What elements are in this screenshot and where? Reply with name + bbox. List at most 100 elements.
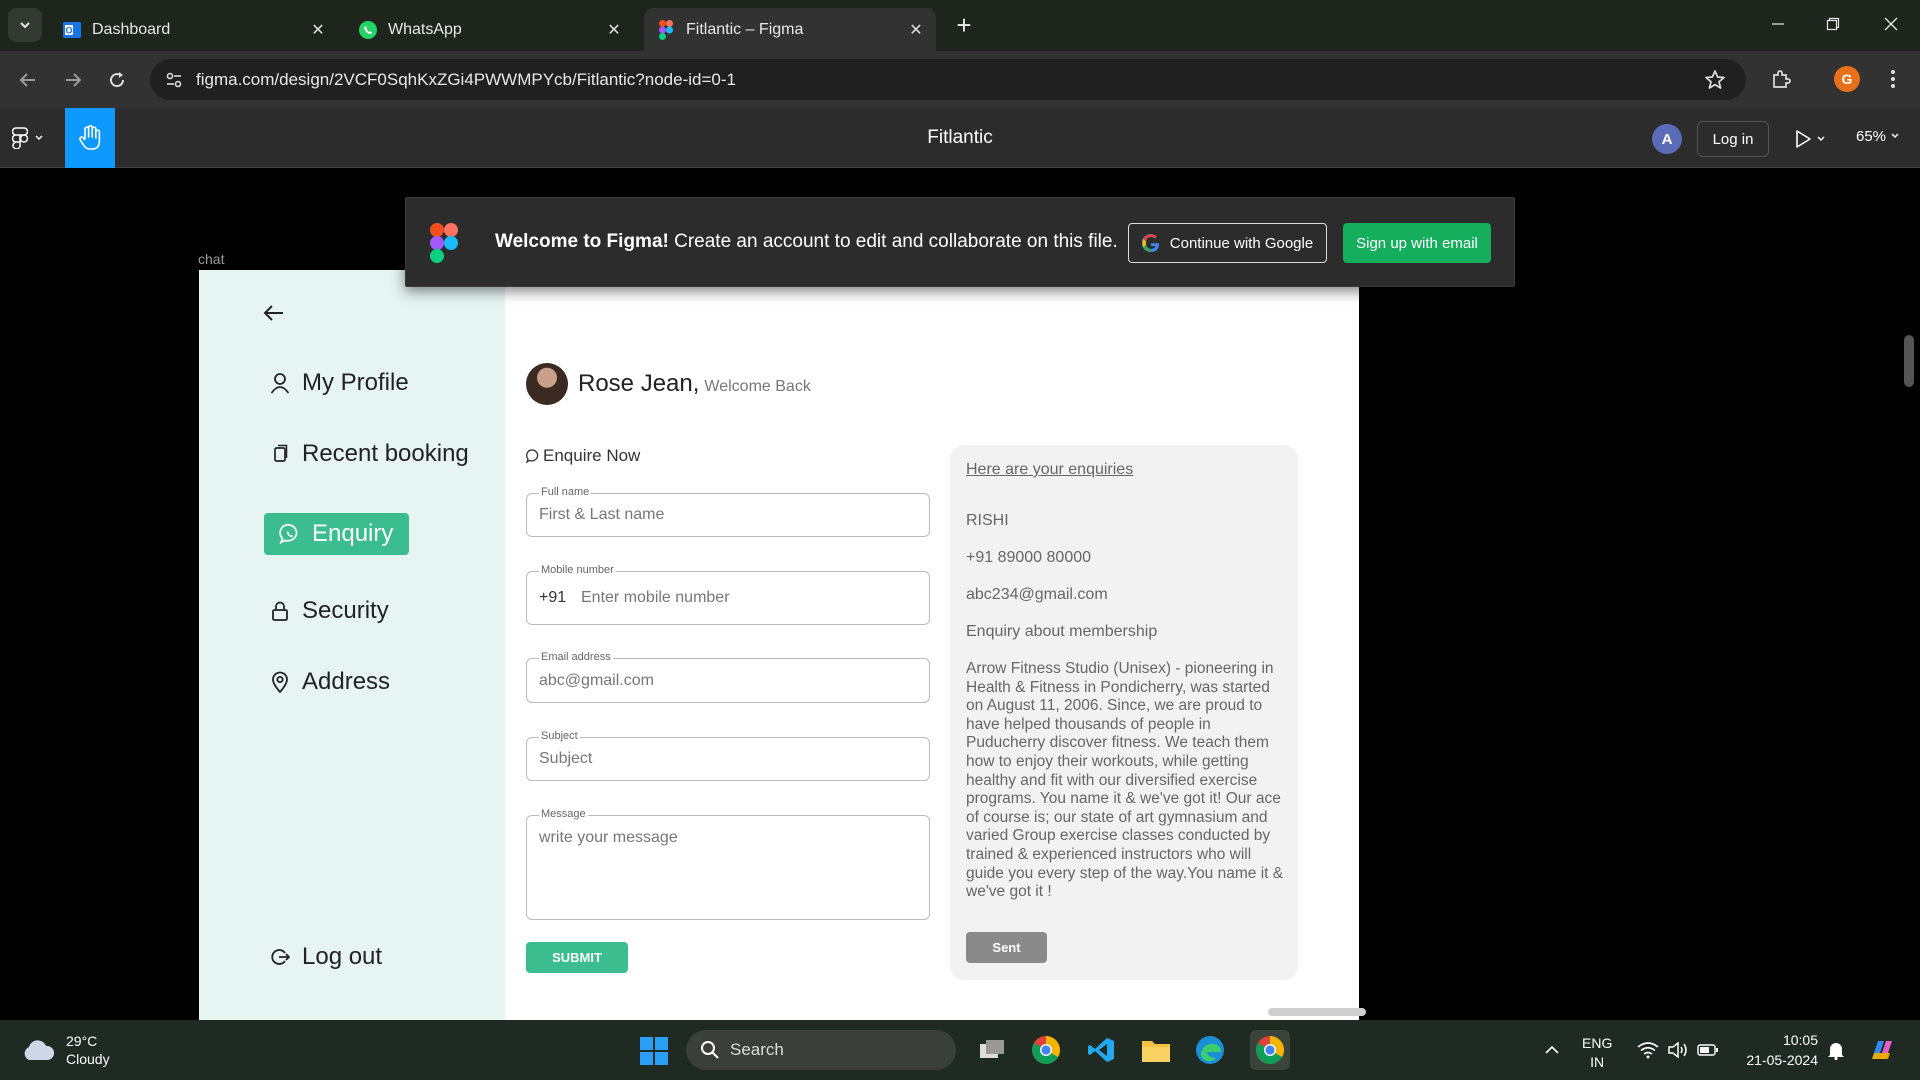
chat-icon (278, 522, 302, 546)
weather-temp: 29°C (66, 1033, 98, 1049)
close-icon[interactable]: ✕ (306, 18, 330, 42)
present-button[interactable] (1794, 126, 1834, 152)
lock-icon (268, 599, 292, 623)
bookmark-star-icon[interactable] (1702, 67, 1728, 93)
chevron-down-icon (1891, 133, 1899, 139)
login-button[interactable]: Log in (1697, 121, 1769, 157)
clock-date: 21-05-2024 (1746, 1052, 1818, 1068)
user-avatar[interactable]: A (1652, 124, 1682, 154)
subject-field[interactable]: Subject Subject (526, 730, 930, 781)
horizontal-scrollbar[interactable] (1268, 1008, 1366, 1016)
weather-desc: Cloudy (66, 1051, 110, 1067)
profile-avatar[interactable]: G (1834, 66, 1860, 92)
minimize-icon[interactable] (1758, 8, 1798, 40)
window-close-icon[interactable] (1871, 8, 1911, 40)
field-label: Message (539, 808, 588, 820)
chevron-down-icon (1817, 136, 1825, 142)
wifi-icon[interactable] (1632, 1034, 1664, 1066)
sidebar-item-label: Security (302, 597, 389, 624)
sidebar-item-label: Recent booking (302, 440, 469, 467)
clock-time: 10:05 (1782, 1032, 1818, 1048)
sidebar-item-label: Enquiry (312, 520, 394, 547)
frame-label[interactable]: chat (198, 251, 224, 267)
field-placeholder: write your message (539, 829, 678, 846)
chrome-active-icon[interactable] (1250, 1030, 1290, 1070)
design-frame: My Profile Recent booking Enquiry Securi… (199, 270, 1359, 1020)
vertical-scrollbar[interactable] (1904, 335, 1914, 387)
copilot-icon[interactable] (1866, 1034, 1898, 1066)
back-arrow-icon[interactable] (261, 300, 287, 326)
url-text: figma.com/design/2VCF0SqhKxZGi4PWWMPYcb/… (196, 70, 736, 89)
mobile-number-field[interactable]: Mobile number +91 Enter mobile number (526, 564, 930, 625)
clipboard-icon (268, 442, 292, 466)
enquiry-name: RISHI (966, 512, 1009, 529)
taskbar-search[interactable]: Search (686, 1030, 956, 1070)
reload-icon[interactable] (100, 63, 134, 97)
figma-toolbar: Fitlantic A Log in 65% (0, 108, 1920, 168)
restore-icon[interactable] (1813, 8, 1853, 40)
system-clock[interactable]: 10:05 21-05-2024 (1738, 1030, 1818, 1070)
new-tab-button[interactable]: + (950, 12, 978, 40)
zoom-menu[interactable]: 65% (1856, 128, 1900, 145)
windows-start-icon[interactable] (640, 1037, 668, 1065)
browser-toolbar: figma.com/design/2VCF0SqhKxZGi4PWWMPYcb/… (0, 51, 1920, 108)
sidebar-item-my-profile[interactable]: My Profile (268, 369, 409, 397)
notification-bell-icon[interactable] (1820, 1034, 1852, 1066)
kebab-menu-icon[interactable] (1876, 62, 1910, 96)
site-info-icon[interactable] (160, 66, 188, 94)
field-label: Email address (539, 651, 613, 663)
windows-taskbar: 29°C Cloudy Search ENG IN 10:05 21-05-2024 (0, 1020, 1920, 1080)
forward-icon[interactable] (56, 63, 90, 97)
edge-icon[interactable] (1194, 1034, 1226, 1066)
back-icon[interactable] (11, 63, 45, 97)
sidebar-item-recent-booking[interactable]: Recent booking (268, 440, 469, 468)
submit-button[interactable]: SUBMIT (526, 942, 628, 973)
email-field[interactable]: Email address abc@gmail.com (526, 651, 930, 703)
message-field[interactable]: Message write your message (526, 808, 930, 920)
close-icon[interactable]: ✕ (602, 18, 626, 42)
chrome-icon[interactable] (1030, 1034, 1062, 1066)
weather-widget[interactable]: 29°C Cloudy (20, 1032, 110, 1068)
avatar (526, 363, 568, 405)
chat-bubble-icon (525, 449, 539, 464)
battery-icon[interactable] (1692, 1034, 1724, 1066)
sidebar-item-security[interactable]: Security (268, 597, 389, 625)
volume-icon[interactable] (1662, 1034, 1694, 1066)
search-label: Search (730, 1040, 784, 1059)
vscode-icon[interactable] (1085, 1034, 1117, 1066)
google-icon (1141, 234, 1159, 252)
outlook-icon: O (62, 20, 82, 40)
tab-fitlantic-figma[interactable]: Fitlantic – Figma ✕ (644, 8, 936, 51)
sidebar-item-address[interactable]: Address (268, 668, 390, 696)
language-indicator[interactable]: ENG IN (1582, 1034, 1612, 1072)
logout-label: Log out (302, 943, 383, 970)
welcome-text: Create an account to edit and collaborat… (668, 231, 1118, 252)
enquiries-header[interactable]: Here are your enquiries (966, 461, 1133, 479)
play-icon (1796, 130, 1811, 148)
address-bar[interactable]: figma.com/design/2VCF0SqhKxZGi4PWWMPYcb/… (150, 59, 1746, 100)
extensions-icon[interactable] (1764, 62, 1798, 96)
continue-with-google-button[interactable]: Continue with Google (1128, 223, 1327, 263)
task-view-icon[interactable] (976, 1034, 1008, 1066)
sign-up-with-email-button[interactable]: Sign up with email (1343, 223, 1491, 263)
status-badge[interactable]: Sent (966, 932, 1047, 963)
enquiry-form-title: Enquire Now (525, 446, 640, 466)
tab-whatsapp[interactable]: WhatsApp ✕ (346, 8, 634, 51)
sidebar-item-label: My Profile (302, 369, 409, 396)
welcome-banner: Welcome to Figma! Create an account to e… (405, 197, 1515, 287)
enquiries-panel: Here are your enquiries RISHI +91 89000 … (950, 445, 1298, 980)
logout-icon (268, 945, 292, 969)
chevron-up-icon[interactable] (1536, 1034, 1568, 1066)
tab-search-button[interactable] (8, 8, 42, 42)
full-name-field[interactable]: Full name First & Last name (526, 486, 930, 537)
enquiry-subject: Enquiry about membership (966, 623, 1158, 640)
enquiry-phone: +91 89000 80000 (966, 549, 1092, 566)
close-icon[interactable]: ✕ (904, 18, 928, 42)
language-code: ENG (1582, 1035, 1613, 1051)
field-label: Mobile number (539, 564, 616, 576)
file-explorer-icon[interactable] (1140, 1034, 1172, 1066)
sidebar-item-enquiry[interactable]: Enquiry (264, 513, 410, 555)
field-label: Subject (539, 730, 580, 742)
tab-dashboard[interactable]: O Dashboard ✕ (50, 8, 338, 51)
logout-button[interactable]: Log out (268, 943, 382, 971)
